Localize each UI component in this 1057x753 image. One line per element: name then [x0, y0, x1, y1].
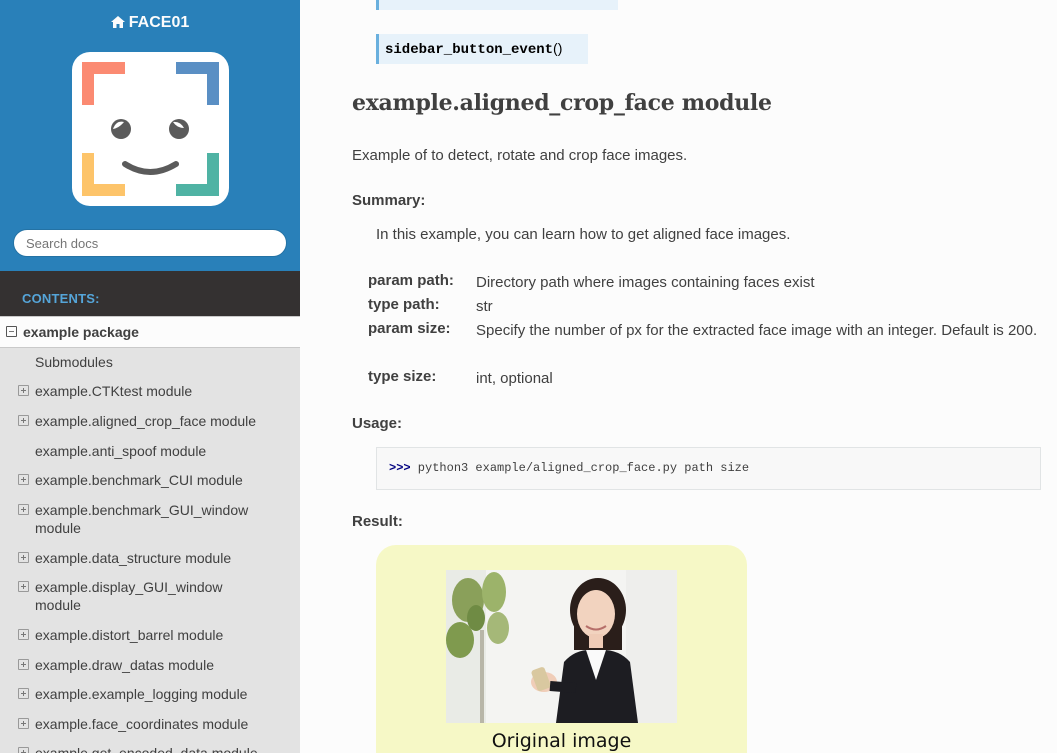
toc-current-label: example package [23, 324, 139, 340]
expand-toggle-icon[interactable] [18, 688, 29, 699]
toc-item-label: example.display_GUI_window module [35, 579, 223, 613]
toc-nav: example package Submodules example.CTKte… [0, 316, 300, 753]
toc-item-label: example.benchmark_CUI module [35, 472, 243, 488]
field-body: Directory path where images containing f… [476, 274, 815, 291]
expand-toggle-icon[interactable] [18, 474, 29, 485]
usage-heading: Usage: [352, 415, 403, 432]
field-body: Specify the number of px for the extract… [476, 322, 1038, 339]
collapse-toggle-icon[interactable] [6, 326, 17, 337]
search-docs-input[interactable] [13, 229, 287, 257]
toc-item-aligned-crop-face[interactable]: example.aligned_crop_face module [18, 412, 275, 430]
field-body: int, optional [476, 370, 553, 387]
toc-item-label: example.anti_spoof module [35, 443, 207, 459]
function-parens: () [553, 40, 563, 56]
face-logo-icon [82, 62, 219, 196]
expand-toggle-icon[interactable] [18, 504, 29, 515]
toc-item-label: example.example_logging module [35, 686, 248, 702]
field-name: param size: [368, 320, 451, 337]
expand-toggle-icon[interactable] [18, 385, 29, 396]
sidebar-header: FACE01 [0, 0, 300, 271]
toc-item-distort-barrel[interactable]: example.distort_barrel module [18, 626, 275, 644]
module-description: Example of to detect, rotate and crop fa… [352, 147, 688, 164]
summary-heading: Summary: [352, 192, 426, 209]
contents-caption: CONTENTS: [22, 291, 100, 306]
field-name: type path: [368, 296, 440, 313]
toc-current-item[interactable]: example package [0, 316, 300, 348]
toc-item-label: example.draw_datas module [35, 657, 214, 673]
sidebar: FACE01 CONTENTS: example pac [0, 0, 300, 753]
toc-item-submodules[interactable]: Submodules [35, 353, 275, 371]
toc-item-benchmark-cui[interactable]: example.benchmark_CUI module [18, 471, 275, 489]
function-name: sidebar_button_event [385, 42, 554, 58]
document-content: sidebar_button_event() example.aligned_c… [300, 0, 1057, 753]
toc-item-draw-datas[interactable]: example.draw_datas module [18, 656, 275, 674]
expand-toggle-icon[interactable] [18, 552, 29, 563]
toc-item-label: example.benchmark_GUI_window module [35, 502, 249, 536]
summary-text: In this example, you can learn how to ge… [376, 226, 791, 243]
project-logo[interactable] [72, 52, 229, 206]
toc-item-label: example.CTKtest module [35, 383, 193, 399]
toc-item-label: example.get_encoded_data module [35, 745, 258, 753]
code-command: python3 example/aligned_crop_face.py pat… [410, 461, 750, 475]
result-figure: Original image [376, 545, 747, 753]
toc-item-face-coordinates[interactable]: example.face_coordinates module [18, 715, 275, 733]
result-heading: Result: [352, 513, 403, 530]
expand-toggle-icon[interactable] [18, 629, 29, 640]
usage-code-block[interactable]: >>> python3 example/aligned_crop_face.py… [376, 447, 1041, 490]
toc-item-display-gui-window[interactable]: example.display_GUI_window module [18, 578, 235, 614]
toc-item-data-structure[interactable]: example.data_structure module [18, 549, 275, 567]
project-home-link[interactable]: FACE01 [0, 14, 300, 32]
expand-toggle-icon[interactable] [18, 659, 29, 670]
toc-item-label: example.aligned_crop_face module [35, 413, 257, 429]
toc-item-label: example.face_coordinates module [35, 716, 249, 732]
expand-toggle-icon[interactable] [18, 581, 29, 592]
toc-item-anti-spoof[interactable]: example.anti_spoof module [35, 442, 275, 460]
expand-toggle-icon[interactable] [18, 718, 29, 729]
code-prompt: >>> [389, 461, 411, 475]
toc-item-example-logging[interactable]: example.example_logging module [18, 685, 275, 703]
home-icon [110, 16, 125, 28]
image-caption: Original image [491, 730, 632, 752]
portrait-image [446, 570, 677, 723]
expand-toggle-icon[interactable] [18, 415, 29, 426]
field-name: type size: [368, 368, 437, 385]
field-body: str [476, 298, 493, 315]
toc-item-benchmark-gui-window[interactable]: example.benchmark_GUI_window module [18, 501, 255, 537]
field-name: param path: [368, 272, 454, 289]
toc-item-label: example.distort_barrel module [35, 627, 224, 643]
page-title: example.aligned_crop_face module [352, 90, 772, 116]
previous-signature-fragment [376, 0, 618, 10]
expand-toggle-icon[interactable] [18, 747, 29, 753]
project-name: FACE01 [128, 14, 190, 31]
toc-item-label: example.data_structure module [35, 550, 232, 566]
function-signature: sidebar_button_event() [376, 34, 589, 64]
original-photo [446, 570, 677, 723]
toc-item-ctktest[interactable]: example.CTKtest module [18, 382, 275, 400]
toc-item-label: Submodules [35, 354, 113, 370]
toc-item-get-encoded-data[interactable]: example.get_encoded_data module [18, 744, 275, 753]
